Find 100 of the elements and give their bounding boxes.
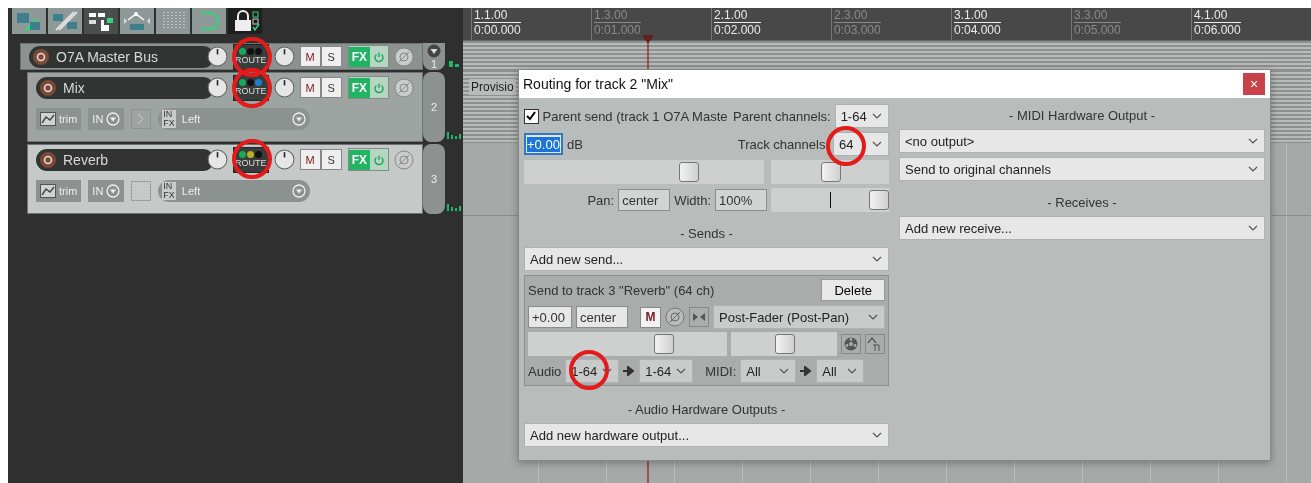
solo-button[interactable]: S [320, 149, 342, 170]
hand-pointer-icon [86, 10, 116, 32]
phase-icon[interactable] [394, 149, 414, 170]
pan-knob[interactable] [273, 77, 295, 98]
chevron-icon [872, 432, 882, 438]
envelope-icon[interactable] [865, 334, 885, 354]
midi-channels-dropdown[interactable]: Send to original channels [899, 157, 1265, 181]
section-header: - Audio Hardware Outputs - [626, 402, 787, 417]
add-send-dropdown[interactable]: Add new send... [524, 247, 889, 271]
highlight-circle [232, 37, 272, 77]
send-mode-dropdown[interactable]: Post-Fader (Post-Pan) [713, 305, 885, 329]
timeline-ruler[interactable]: 1.1.00 0:00.000 1.3.00 0:01.000 2.1.00 0:02.000 2.3.00 0:03.000 3.1.00 0:04.000 3.3.00 0:05.000 4.1.00 0:06.000 [463, 8, 1311, 41]
phase-icon[interactable] [394, 77, 414, 98]
input-fx-badge[interactable]: IN FX [162, 110, 176, 128]
record-arm-icon[interactable] [39, 78, 57, 97]
window-title: Routing for track 2 "Mix" [523, 76, 674, 92]
pan-field[interactable]: center [618, 189, 671, 211]
send-volume-slider[interactable] [528, 332, 727, 356]
time-label: 0:01.000 [594, 23, 642, 38]
pan-slider[interactable] [771, 160, 889, 184]
checkbox-label[interactable]: Parent send (track 1 O7A Maste [542, 108, 730, 124]
time-label: 0:05.000 [1074, 23, 1122, 38]
chevron-icon [1248, 166, 1258, 172]
gear-icon[interactable] [841, 334, 861, 354]
time-label: 0:06.000 [1194, 23, 1242, 38]
highlight-circle [569, 350, 609, 390]
send-pan-field[interactable]: center [576, 306, 628, 328]
mute-button[interactable]: M [299, 77, 321, 98]
meter-drawing [449, 61, 459, 67]
power-icon[interactable] [373, 50, 385, 63]
slider-thumb[interactable] [678, 162, 699, 182]
slider-thumb[interactable] [774, 334, 795, 354]
route-label: ROUTE [234, 55, 267, 65]
chevron-icon [847, 368, 858, 374]
volume-knob[interactable] [206, 77, 228, 98]
power-icon[interactable] [373, 153, 385, 166]
volume-knob[interactable] [206, 46, 228, 67]
track-lane[interactable] [463, 41, 1311, 70]
field-label: MIDI: [705, 363, 737, 379]
midi-output-dropdown[interactable]: <no output> [899, 129, 1265, 153]
chevron-icon [872, 113, 882, 119]
volume-knob[interactable] [206, 149, 228, 170]
delete-button[interactable]: Delete [821, 279, 885, 301]
section-header: - Sends - [679, 226, 734, 241]
mono-icon[interactable] [689, 307, 709, 327]
record-arm-icon[interactable] [32, 47, 50, 66]
chevron-icon [872, 256, 882, 262]
route-label: ROUTE [234, 158, 267, 168]
slider-thumb[interactable] [653, 334, 674, 354]
phase-icon[interactable] [394, 46, 414, 67]
monitor-icon[interactable] [131, 181, 152, 201]
toolbar-button[interactable] [84, 8, 118, 34]
send-pan-slider[interactable] [730, 332, 837, 356]
section-header: - MIDI Hardware Output - [1008, 108, 1156, 123]
bar-label: 1.3.00 [594, 8, 642, 23]
channels-dropdown[interactable]: 1-64 [834, 104, 889, 128]
slider-thumb[interactable] [821, 162, 841, 182]
field-label: Width: [674, 192, 711, 208]
track-number: 3 [430, 173, 438, 185]
caret-icon [106, 112, 121, 126]
width-slider[interactable] [771, 188, 889, 212]
mute-button[interactable]: M [299, 46, 321, 67]
add-output-dropdown[interactable]: Add new hardware output... [524, 423, 889, 447]
solo-button[interactable]: S [320, 77, 342, 98]
link-icon [50, 10, 80, 32]
width-field[interactable]: 100% [715, 189, 767, 211]
field-label: Parent channels: [733, 108, 831, 124]
pan-knob[interactable] [273, 149, 295, 170]
time-label: 0:02.000 [714, 23, 762, 38]
solo-button[interactable]: S [320, 46, 342, 67]
chevron-icon [779, 368, 790, 374]
power-icon[interactable] [373, 81, 385, 94]
volume-slider[interactable] [524, 160, 764, 184]
toolbar-button[interactable] [228, 8, 262, 34]
parent-send-checkbox[interactable] [524, 108, 539, 124]
section-header: - Receives - [1046, 195, 1118, 210]
slider-thumb[interactable] [869, 190, 889, 210]
bar-label: 2.1.00 [714, 8, 762, 23]
field-label: Audio [528, 363, 562, 379]
add-receive-dropdown[interactable]: Add new receive... [899, 216, 1265, 240]
mute-button[interactable]: M [299, 149, 321, 170]
channels-dropdown[interactable]: 64 [833, 132, 889, 156]
volume-field[interactable]: +0.00 [524, 133, 563, 155]
time-label: 0:04.000 [954, 23, 1002, 38]
pan-knob[interactable] [273, 46, 295, 67]
audio-dest-dropdown[interactable]: 1-64 [639, 359, 694, 383]
input-fx-badge[interactable]: IN FX [162, 182, 176, 200]
meter-drawing [447, 204, 461, 211]
monitor-icon[interactable] [131, 109, 152, 129]
record-arm-icon[interactable] [39, 150, 57, 169]
track-header[interactable]: O7A Master Bus ROUTE M S FX [20, 43, 423, 70]
phase-icon[interactable] [665, 307, 685, 327]
mute-button[interactable]: M [640, 306, 661, 328]
meter-drawing [447, 132, 461, 139]
midi-source-dropdown[interactable]: All [740, 359, 797, 383]
send-volume-field[interactable]: +0.00 [528, 306, 572, 328]
close-button[interactable]: × [1243, 73, 1265, 95]
folder-toggle-icon[interactable] [427, 44, 441, 58]
midi-dest-dropdown[interactable]: All [816, 359, 865, 383]
chevron-icon [1248, 225, 1258, 231]
